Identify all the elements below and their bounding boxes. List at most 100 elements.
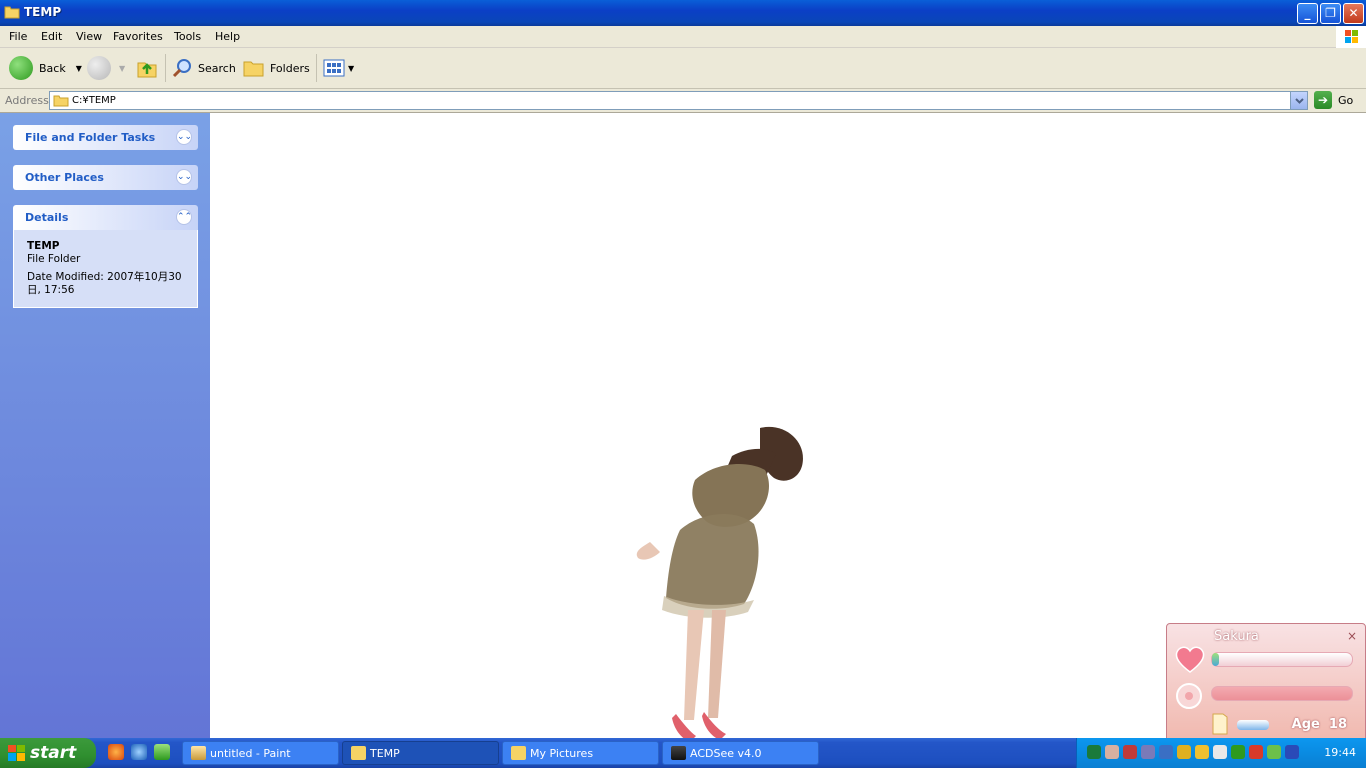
panel-header[interactable]: Details ⌃⌃	[13, 205, 198, 230]
search-button[interactable]: Search	[171, 53, 236, 83]
details-body: TEMP File Folder Date Modified: 2007年10月…	[13, 230, 198, 308]
window-titlebar[interactable]: TEMP _ ❐ ✕	[0, 0, 1366, 26]
heart-meter	[1211, 652, 1353, 667]
start-label: start	[30, 743, 77, 763]
windows-flag-icon	[8, 745, 25, 761]
file-folder-tasks-panel[interactable]: File and Folder Tasks ⌄⌄	[13, 125, 198, 150]
taskbar-item-acdsee[interactable]: ACDSee v4.0	[662, 741, 819, 765]
views-icon	[323, 59, 345, 77]
taskbar: start untitled - Paint TEMP My Pictures …	[0, 738, 1366, 768]
age-display: Age 18	[1292, 717, 1347, 732]
panel-header[interactable]: File and Folder Tasks ⌄⌄	[13, 125, 198, 150]
task-label: untitled - Paint	[210, 746, 291, 760]
restore-icon: ❐	[1325, 6, 1336, 20]
search-icon	[172, 59, 191, 78]
checkmark-app-icon[interactable]	[154, 744, 170, 760]
chevron-down-icon	[1295, 98, 1304, 104]
task-pane: File and Folder Tasks ⌄⌄ Other Places ⌄⌄ D…	[0, 113, 210, 738]
collapse-icon[interactable]: ⌃⌃	[176, 209, 192, 225]
other-places-panel[interactable]: Other Places ⌄⌄	[13, 165, 198, 190]
task-label: ACDSee v4.0	[690, 746, 762, 760]
address-label: Address	[5, 94, 49, 107]
flash-tray-icon[interactable]	[1249, 745, 1263, 759]
taskbar-item-my-pictures[interactable]: My Pictures	[502, 741, 659, 765]
go-arrow-icon: ➔	[1314, 91, 1332, 109]
character-tray-icon[interactable]	[1105, 745, 1119, 759]
panel-header[interactable]: Other Places ⌄⌄	[13, 165, 198, 190]
taskbar-item-paint[interactable]: untitled - Paint	[182, 741, 339, 765]
chevron-down-icon[interactable]: ▼	[119, 64, 125, 73]
menu-bar: File Edit View Favorites Tools Help	[0, 26, 1366, 48]
panel-title: File and Folder Tasks	[25, 131, 156, 144]
menu-help[interactable]: Help	[215, 30, 240, 43]
folders-icon	[243, 61, 264, 77]
forward-arrow-icon	[87, 56, 111, 80]
firefox-icon[interactable]	[108, 744, 124, 760]
lightning-tray-icon[interactable]	[1195, 745, 1209, 759]
chevron-down-icon[interactable]: ▼	[348, 64, 354, 73]
back-label: Back	[39, 61, 66, 75]
tool-tray-icon[interactable]	[1141, 745, 1155, 759]
system-tray: 19:44	[1076, 738, 1366, 768]
folders-button[interactable]: Folders	[243, 53, 310, 83]
windows-logo-icon	[1336, 26, 1366, 48]
network-tray-icon[interactable]	[1123, 745, 1137, 759]
age-value: 18	[1328, 717, 1347, 732]
menu-file[interactable]: File	[9, 30, 27, 43]
paint-icon	[191, 746, 206, 760]
details-modified: Date Modified: 2007年10月30日, 17:56	[27, 271, 182, 296]
address-value: C:¥TEMP	[72, 95, 116, 106]
folders-label: Folders	[270, 61, 310, 75]
address-dropdown-button[interactable]	[1290, 92, 1307, 109]
menu-tools[interactable]: Tools	[174, 30, 201, 43]
restore-button[interactable]: ❐	[1320, 3, 1341, 24]
address-bar: Address C:¥TEMP ➔ Go	[0, 89, 1366, 113]
browser-icon[interactable]	[131, 744, 147, 760]
study-meter	[1237, 720, 1269, 730]
key-tray-icon[interactable]	[1177, 745, 1191, 759]
check-tray-icon[interactable]	[1267, 745, 1281, 759]
task-label: My Pictures	[530, 746, 594, 760]
eye-tray-icon[interactable]	[1087, 745, 1101, 759]
folder-icon	[511, 746, 526, 760]
expand-icon[interactable]: ⌄⌄	[176, 169, 192, 185]
address-input[interactable]: C:¥TEMP	[49, 91, 1308, 110]
search-label: Search	[198, 61, 236, 75]
taskbar-item-temp[interactable]: TEMP	[342, 741, 499, 765]
bluetooth-tray-icon[interactable]	[1285, 745, 1299, 759]
clock-tray-icon[interactable]	[1213, 745, 1227, 759]
go-button[interactable]: ➔ Go	[1314, 91, 1353, 109]
panel-title: Other Places	[25, 171, 104, 184]
app-tray-icon[interactable]	[1231, 745, 1245, 759]
back-button[interactable]: Back ▼	[9, 53, 82, 83]
chevron-down-icon[interactable]: ▼	[76, 64, 82, 73]
folder-icon	[351, 746, 366, 760]
acdsee-icon	[671, 746, 686, 760]
views-button[interactable]: ▼	[323, 53, 354, 83]
heart-meter-fill	[1212, 653, 1219, 666]
expand-icon[interactable]: ⌄⌄	[176, 129, 192, 145]
back-arrow-icon	[9, 56, 33, 80]
sakura-widget[interactable]: Sakura × Age 18	[1166, 623, 1366, 743]
heart-icon	[1175, 646, 1205, 673]
widget-name: Sakura	[1214, 629, 1259, 644]
clock: 19:44	[1324, 746, 1356, 759]
desktop-mascot-character[interactable]	[620, 420, 820, 750]
phone-tray-icon[interactable]	[1159, 745, 1173, 759]
mood-meter	[1211, 686, 1353, 701]
menu-edit[interactable]: Edit	[41, 30, 62, 43]
folder-icon	[53, 95, 69, 107]
up-folder-button[interactable]	[136, 53, 158, 83]
widget-close-icon[interactable]: ×	[1347, 629, 1357, 643]
forward-button[interactable]: ▼	[87, 53, 125, 83]
close-button[interactable]: ✕	[1343, 3, 1364, 24]
menu-favorites[interactable]: Favorites	[113, 30, 163, 43]
details-name: TEMP	[27, 240, 60, 252]
minimize-button[interactable]: _	[1297, 3, 1318, 24]
window-title: TEMP	[24, 5, 62, 19]
start-button[interactable]: start	[0, 738, 96, 768]
toolbar: Back ▼ ▼ Search Folders ▼	[0, 48, 1366, 89]
close-icon: ✕	[1348, 6, 1359, 20]
go-label: Go	[1338, 93, 1354, 107]
menu-view[interactable]: View	[76, 30, 102, 43]
